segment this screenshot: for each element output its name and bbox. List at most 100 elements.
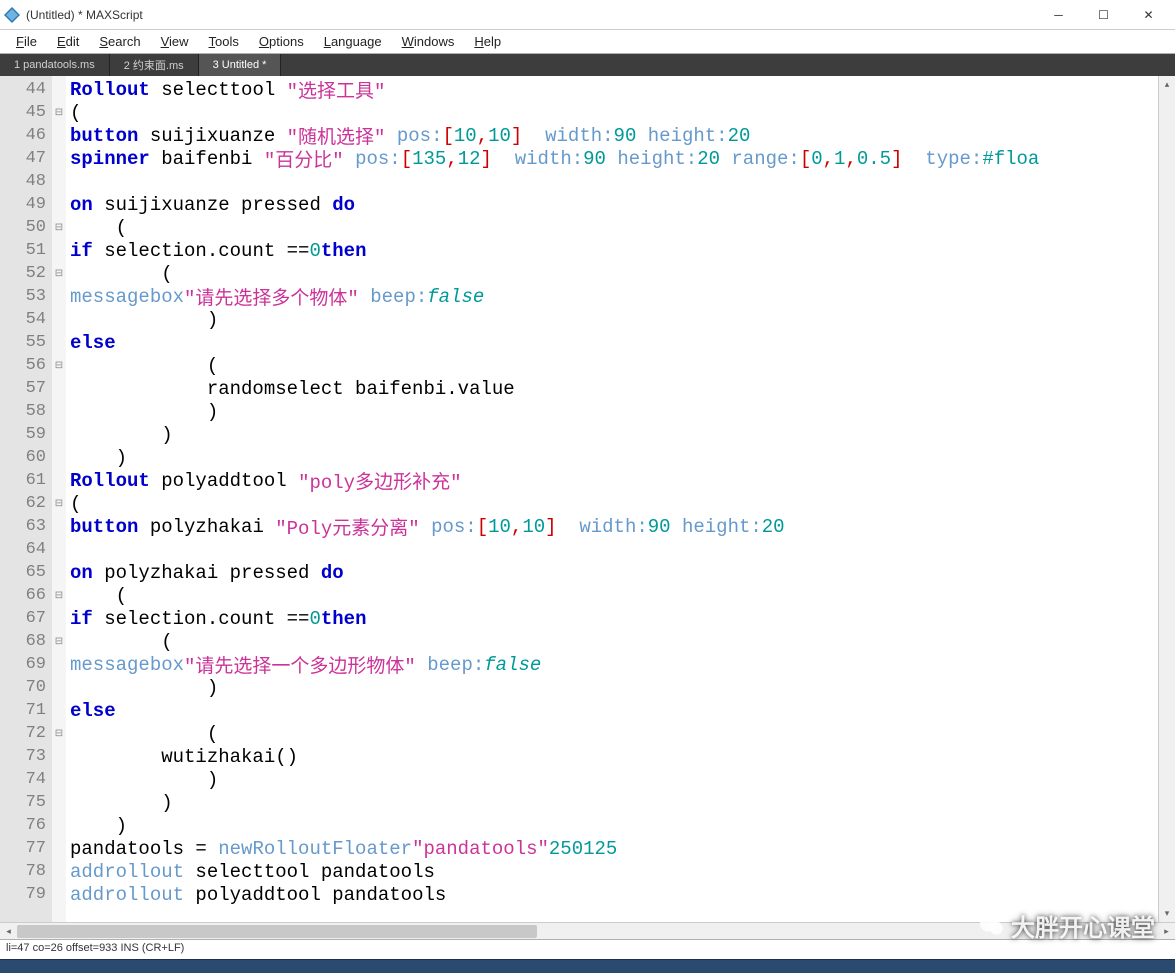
menu-search[interactable]: Search bbox=[89, 32, 150, 51]
tab-untitled[interactable]: 3 Untitled * bbox=[199, 54, 282, 76]
code-line[interactable]: if selection.count ==0 then bbox=[70, 607, 1158, 630]
fold-marker[interactable] bbox=[52, 400, 66, 423]
code-line[interactable]: else bbox=[70, 699, 1158, 722]
scroll-left-icon[interactable]: ◂ bbox=[0, 923, 17, 939]
fold-marker[interactable]: ⊟ bbox=[52, 492, 66, 515]
scroll-track[interactable] bbox=[17, 923, 1158, 939]
code-line[interactable]: button polyzhakai "Poly元素分离" pos:[10,10]… bbox=[70, 515, 1158, 538]
code-line[interactable]: ) bbox=[70, 423, 1158, 446]
code-line[interactable]: ( bbox=[70, 216, 1158, 239]
fold-marker[interactable] bbox=[52, 676, 66, 699]
fold-marker[interactable] bbox=[52, 423, 66, 446]
code-line[interactable]: Rollout selecttool "选择工具" bbox=[70, 78, 1158, 101]
code-line[interactable]: ( bbox=[70, 262, 1158, 285]
code-line[interactable]: ( bbox=[70, 101, 1158, 124]
code-area[interactable]: Rollout selecttool "选择工具"( button suijix… bbox=[66, 76, 1158, 922]
fold-marker[interactable] bbox=[52, 883, 66, 906]
fold-marker[interactable] bbox=[52, 446, 66, 469]
menu-options[interactable]: Options bbox=[249, 32, 314, 51]
code-line[interactable]: addrollout selecttool pandatools bbox=[70, 860, 1158, 883]
code-line[interactable]: on suijixuanze pressed do bbox=[70, 193, 1158, 216]
tab-pandatools[interactable]: 1 pandatools.ms bbox=[0, 54, 110, 76]
code-line[interactable]: ) bbox=[70, 676, 1158, 699]
code-line[interactable]: ) bbox=[70, 814, 1158, 837]
fold-marker[interactable] bbox=[52, 78, 66, 101]
code-line[interactable]: Rollout polyaddtool "poly多边形补充" bbox=[70, 469, 1158, 492]
fold-marker[interactable]: ⊟ bbox=[52, 262, 66, 285]
code-line[interactable]: ( bbox=[70, 722, 1158, 745]
code-line[interactable]: ) bbox=[70, 308, 1158, 331]
fold-marker[interactable] bbox=[52, 170, 66, 193]
fold-marker[interactable] bbox=[52, 515, 66, 538]
fold-marker[interactable] bbox=[52, 239, 66, 262]
code-line[interactable]: messagebox "请先选择一个多边形物体" beep:false bbox=[70, 653, 1158, 676]
code-line[interactable]: wutizhakai() bbox=[70, 745, 1158, 768]
scroll-right-icon[interactable]: ▸ bbox=[1158, 923, 1175, 939]
fold-marker[interactable] bbox=[52, 377, 66, 400]
code-line[interactable]: button suijixuanze "随机选择" pos:[10,10] wi… bbox=[70, 124, 1158, 147]
code-line[interactable]: pandatools = newRolloutFloater "pandatoo… bbox=[70, 837, 1158, 860]
code-line[interactable]: spinner baifenbi "百分比" pos:[135,12] widt… bbox=[70, 147, 1158, 170]
fold-marker[interactable]: ⊟ bbox=[52, 101, 66, 124]
code-line[interactable]: ( bbox=[70, 584, 1158, 607]
fold-marker[interactable] bbox=[52, 285, 66, 308]
menu-tools[interactable]: Tools bbox=[199, 32, 249, 51]
code-line[interactable]: messagebox "请先选择多个物体" beep:false bbox=[70, 285, 1158, 308]
code-line[interactable] bbox=[70, 538, 1158, 561]
fold-marker[interactable] bbox=[52, 538, 66, 561]
code-line[interactable]: if selection.count ==0 then bbox=[70, 239, 1158, 262]
code-line[interactable]: ( bbox=[70, 354, 1158, 377]
fold-marker[interactable] bbox=[52, 561, 66, 584]
fold-marker[interactable] bbox=[52, 124, 66, 147]
fold-marker[interactable] bbox=[52, 791, 66, 814]
close-button[interactable]: ✕ bbox=[1126, 1, 1171, 29]
fold-marker[interactable] bbox=[52, 653, 66, 676]
horizontal-scrollbar[interactable]: ◂ ▸ bbox=[0, 922, 1175, 939]
fold-marker[interactable] bbox=[52, 745, 66, 768]
line-number: 60 bbox=[0, 446, 52, 469]
code-line[interactable]: addrollout polyaddtool pandatools bbox=[70, 883, 1158, 906]
menu-view[interactable]: View bbox=[151, 32, 199, 51]
fold-marker[interactable]: ⊟ bbox=[52, 584, 66, 607]
code-line[interactable]: else bbox=[70, 331, 1158, 354]
code-line[interactable]: ) bbox=[70, 791, 1158, 814]
maximize-button[interactable]: ☐ bbox=[1081, 1, 1126, 29]
tab-yueshu[interactable]: 2 约束面.ms bbox=[110, 54, 199, 76]
line-number: 47 bbox=[0, 147, 52, 170]
fold-marker[interactable]: ⊟ bbox=[52, 630, 66, 653]
code-line[interactable]: randomselect baifenbi.value bbox=[70, 377, 1158, 400]
fold-marker[interactable] bbox=[52, 837, 66, 860]
scroll-thumb[interactable] bbox=[17, 925, 537, 938]
menu-language[interactable]: Language bbox=[314, 32, 392, 51]
vertical-scrollbar[interactable]: ▴ ▾ bbox=[1158, 76, 1175, 922]
menubar: File Edit Search View Tools Options Lang… bbox=[0, 30, 1175, 54]
fold-marker[interactable] bbox=[52, 814, 66, 837]
minimize-button[interactable]: ─ bbox=[1036, 1, 1081, 29]
code-line[interactable]: ) bbox=[70, 768, 1158, 791]
menu-help[interactable]: Help bbox=[464, 32, 511, 51]
fold-marker[interactable]: ⊟ bbox=[52, 354, 66, 377]
fold-marker[interactable] bbox=[52, 331, 66, 354]
code-line[interactable]: ( bbox=[70, 630, 1158, 653]
app-icon bbox=[4, 7, 20, 23]
fold-marker[interactable] bbox=[52, 699, 66, 722]
code-line[interactable]: ) bbox=[70, 400, 1158, 423]
code-line[interactable] bbox=[70, 170, 1158, 193]
scroll-down-icon[interactable]: ▾ bbox=[1159, 905, 1175, 922]
code-line[interactable]: ) bbox=[70, 446, 1158, 469]
code-line[interactable]: ( bbox=[70, 492, 1158, 515]
fold-marker[interactable]: ⊟ bbox=[52, 722, 66, 745]
fold-marker[interactable] bbox=[52, 147, 66, 170]
fold-marker[interactable] bbox=[52, 193, 66, 216]
fold-marker[interactable] bbox=[52, 607, 66, 630]
menu-file[interactable]: File bbox=[6, 32, 47, 51]
fold-marker[interactable] bbox=[52, 768, 66, 791]
menu-edit[interactable]: Edit bbox=[47, 32, 89, 51]
fold-marker[interactable] bbox=[52, 308, 66, 331]
menu-windows[interactable]: Windows bbox=[392, 32, 465, 51]
fold-marker[interactable]: ⊟ bbox=[52, 216, 66, 239]
fold-marker[interactable] bbox=[52, 469, 66, 492]
code-line[interactable]: on polyzhakai pressed do bbox=[70, 561, 1158, 584]
fold-marker[interactable] bbox=[52, 860, 66, 883]
scroll-up-icon[interactable]: ▴ bbox=[1159, 76, 1175, 93]
